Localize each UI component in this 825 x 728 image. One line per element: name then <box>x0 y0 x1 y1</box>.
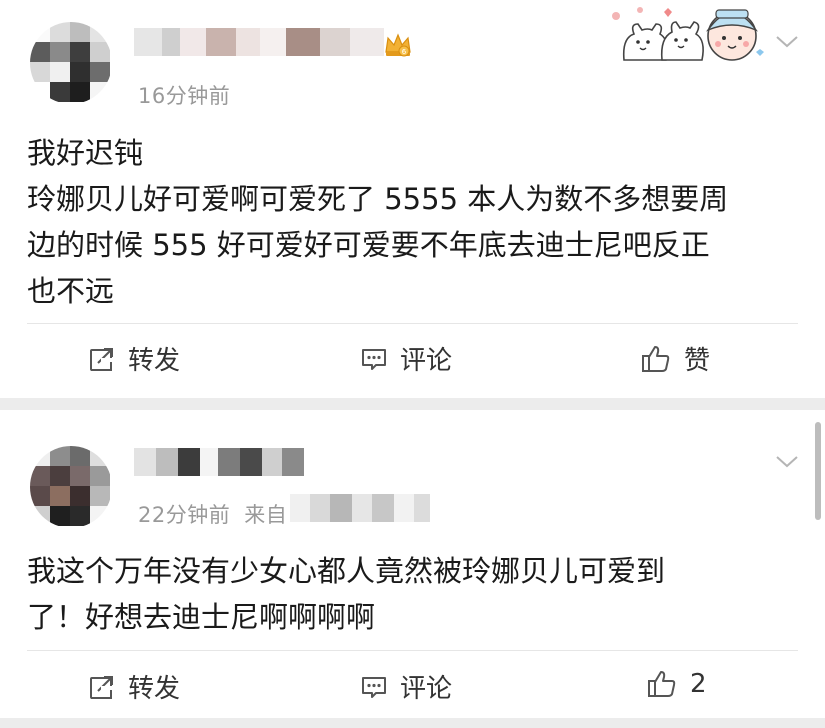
post-text-line: 了！好想去迪士尼啊啊啊啊 <box>27 600 376 634</box>
post-text-line: 我这个万年没有少女心都人竟然被玲娜贝儿可爱到 <box>27 554 666 588</box>
post-time: 16分钟前 <box>138 84 231 108</box>
repost-button[interactable]: 转发 <box>88 668 180 705</box>
like-count: 2 <box>690 669 707 699</box>
divider <box>27 650 798 651</box>
like-button[interactable]: 赞 <box>640 340 710 377</box>
avatar[interactable] <box>30 446 112 528</box>
avatar[interactable] <box>30 22 112 104</box>
repost-icon <box>90 347 113 372</box>
comment-button[interactable]: 评论 <box>360 340 452 377</box>
like-label: 赞 <box>684 346 711 376</box>
comment-label: 评论 <box>400 674 453 704</box>
thumbs-up-icon <box>648 671 676 697</box>
post-text-line: 也不远 <box>27 274 115 308</box>
comment-label: 评论 <box>400 346 453 376</box>
like-button[interactable]: 2 <box>646 668 707 700</box>
repost-label: 转发 <box>128 346 181 376</box>
post-card: 6 16分钟前 我好迟钝 玲娜贝儿好可爱啊可爱死了 5555 本人为数不多想要周… <box>0 0 825 398</box>
comment-button[interactable]: 评论 <box>360 668 452 705</box>
username[interactable] <box>134 28 384 56</box>
post-time: 22分钟前 <box>138 503 231 527</box>
chevron-down-icon[interactable] <box>775 34 799 50</box>
post-meta: 22分钟前 来自 <box>138 499 287 529</box>
post-content: 我好迟钝 玲娜贝儿好可爱啊可爱死了 5555 本人为数不多想要周 边的时候 55… <box>27 130 807 314</box>
post-content: 我这个万年没有少女心都人竟然被玲娜贝儿可爱到 了！好想去迪士尼啊啊啊啊 <box>27 548 807 640</box>
post-source-label: 来自 <box>244 503 288 527</box>
comment-icon <box>362 676 386 698</box>
scrollbar[interactable] <box>815 422 821 520</box>
repost-label: 转发 <box>128 674 181 704</box>
crown-badge-icon: 6 <box>385 33 411 57</box>
repost-button[interactable]: 转发 <box>88 340 180 377</box>
post-text-line: 边的时候 555 好可爱好可爱要不年底去迪士尼吧反正 <box>27 228 710 262</box>
repost-icon <box>90 675 113 700</box>
divider <box>27 323 798 324</box>
post-text-line: 玲娜贝儿好可爱啊可爱死了 5555 本人为数不多想要周 <box>27 182 729 216</box>
post-card: 22分钟前 来自 我这个万年没有少女心都人竟然被玲娜贝儿可爱到 了！好想去迪士尼啊… <box>0 410 825 718</box>
sticker-decoration <box>612 7 764 61</box>
chevron-down-icon[interactable] <box>775 454 799 470</box>
separator <box>0 398 825 410</box>
username[interactable] <box>134 448 304 476</box>
svg-text:6: 6 <box>402 48 407 56</box>
comment-icon <box>362 348 386 370</box>
thumbs-up-icon <box>642 345 670 372</box>
post-source[interactable] <box>290 494 430 522</box>
post-text-line: 我好迟钝 <box>27 136 144 170</box>
separator <box>0 718 825 728</box>
